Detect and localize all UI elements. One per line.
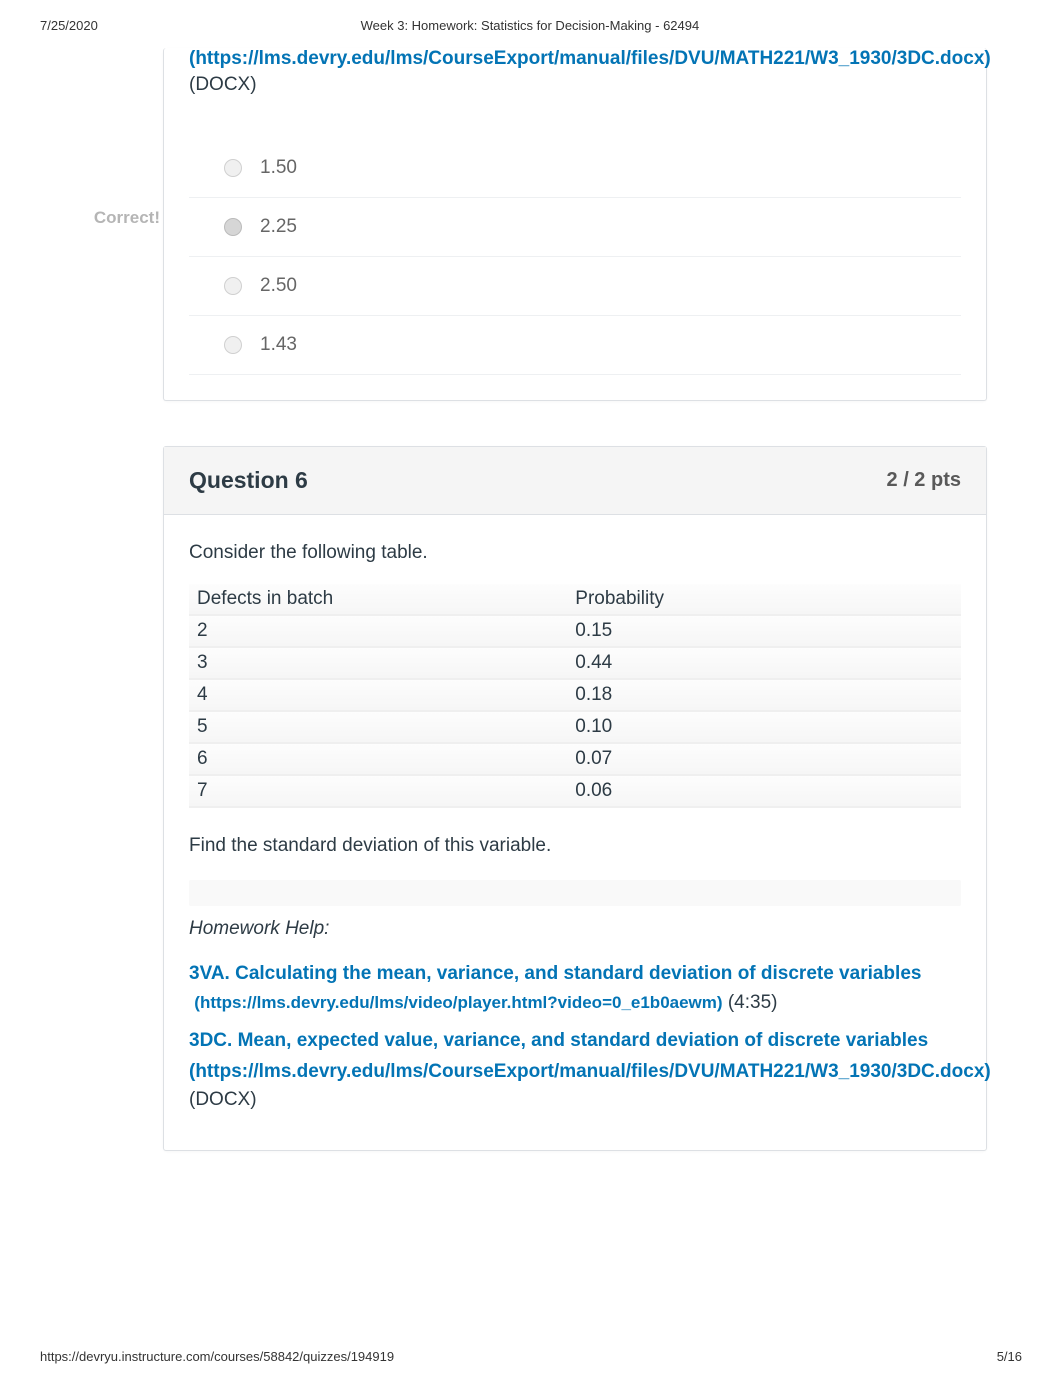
table-cell: 4 bbox=[189, 680, 567, 712]
table-header-cell: Defects in batch bbox=[189, 584, 567, 616]
print-date: 7/25/2020 bbox=[40, 18, 98, 33]
print-header: 7/25/2020 Week 3: Homework: Statistics f… bbox=[0, 0, 1062, 48]
table-cell: 0.07 bbox=[567, 744, 961, 776]
table-row: 50.10 bbox=[189, 712, 961, 744]
help-link-2a[interactable]: 3DC. Mean, expected value, variance, and… bbox=[189, 1030, 928, 1051]
table-cell: 0.06 bbox=[567, 776, 961, 808]
table-row: 60.07 bbox=[189, 744, 961, 776]
homework-help-label: Homework Help: bbox=[189, 916, 961, 943]
question-header: Question 6 2 / 2 pts bbox=[164, 447, 986, 515]
help-link-2: 3DC. Mean, expected value, variance, and… bbox=[189, 1027, 961, 1115]
table-cell: 5 bbox=[189, 712, 567, 744]
question-intro: Consider the following table. bbox=[189, 540, 961, 567]
question-6-body: Consider the following table. Defects in… bbox=[164, 515, 986, 1150]
table-cell: 0.18 bbox=[567, 680, 961, 712]
table-header-cell: Probability bbox=[567, 584, 961, 616]
question-title: Question 6 bbox=[189, 467, 308, 494]
table-cell: 0.44 bbox=[567, 648, 961, 680]
answer-option[interactable]: 1.50 bbox=[189, 139, 961, 197]
help-link-2-url[interactable]: (https://lms.devry.edu/lms/CourseExport/… bbox=[189, 1058, 961, 1087]
radio-icon bbox=[224, 336, 242, 354]
radio-icon bbox=[224, 277, 242, 295]
resource-url[interactable]: (https://lms.devry.edu/lms/CourseExport/… bbox=[189, 48, 961, 70]
table-cell: 0.10 bbox=[567, 712, 961, 744]
question-6-wrapper: Question 6 2 / 2 pts Consider the follow… bbox=[75, 446, 987, 1151]
radio-icon bbox=[224, 218, 242, 236]
help-link-1a[interactable]: 3VA. Calculating the mean, variance, and… bbox=[189, 963, 921, 1013]
table-header-row: Defects in batch Probability bbox=[189, 584, 961, 616]
answer-text: 2.50 bbox=[260, 275, 297, 297]
question-5-body: (https://lms.devry.edu/lms/CourseExport/… bbox=[164, 48, 986, 400]
table-cell: 2 bbox=[189, 616, 567, 648]
table-row: 30.44 bbox=[189, 648, 961, 680]
correct-indicator: Correct! bbox=[94, 208, 160, 228]
table-row: 20.15 bbox=[189, 616, 961, 648]
answer-list: 1.50 2.25 2.50 1.43 bbox=[189, 139, 961, 375]
docx-label: (DOCX) bbox=[189, 1089, 257, 1110]
table-cell: 3 bbox=[189, 648, 567, 680]
question-5-card: (https://lms.devry.edu/lms/CourseExport/… bbox=[163, 48, 987, 401]
table-row: 40.18 bbox=[189, 680, 961, 712]
docx-label: (DOCX) bbox=[189, 72, 961, 99]
question-points: 2 / 2 pts bbox=[887, 469, 961, 492]
radio-icon bbox=[224, 159, 242, 177]
answer-option[interactable]: 2.25 bbox=[189, 197, 961, 256]
footer-url: https://devryu.instructure.com/courses/5… bbox=[40, 1349, 394, 1364]
answer-text: 2.25 bbox=[260, 216, 297, 238]
print-title: Week 3: Homework: Statistics for Decisio… bbox=[98, 18, 962, 33]
help-duration: (4:35) bbox=[723, 992, 778, 1013]
question-5-wrapper: Correct! (https://lms.devry.edu/lms/Cour… bbox=[75, 48, 987, 401]
answer-option[interactable]: 1.43 bbox=[189, 315, 961, 375]
question-6-card: Question 6 2 / 2 pts Consider the follow… bbox=[163, 446, 987, 1151]
table-cell: 0.15 bbox=[567, 616, 961, 648]
table-row: 70.06 bbox=[189, 776, 961, 808]
footer-page: 5/16 bbox=[997, 1349, 1022, 1364]
question-prompt: Find the standard deviation of this vari… bbox=[189, 833, 961, 860]
print-footer: https://devryu.instructure.com/courses/5… bbox=[0, 1349, 1062, 1364]
answer-text: 1.50 bbox=[260, 157, 297, 179]
hidden-region bbox=[189, 880, 961, 906]
probability-table: Defects in batch Probability 20.15 30.44… bbox=[189, 584, 961, 808]
table-cell: 6 bbox=[189, 744, 567, 776]
answer-text: 1.43 bbox=[260, 334, 297, 356]
answer-option[interactable]: 2.50 bbox=[189, 256, 961, 315]
table-cell: 7 bbox=[189, 776, 567, 808]
help-link-1: 3VA. Calculating the mean, variance, and… bbox=[189, 960, 961, 1017]
